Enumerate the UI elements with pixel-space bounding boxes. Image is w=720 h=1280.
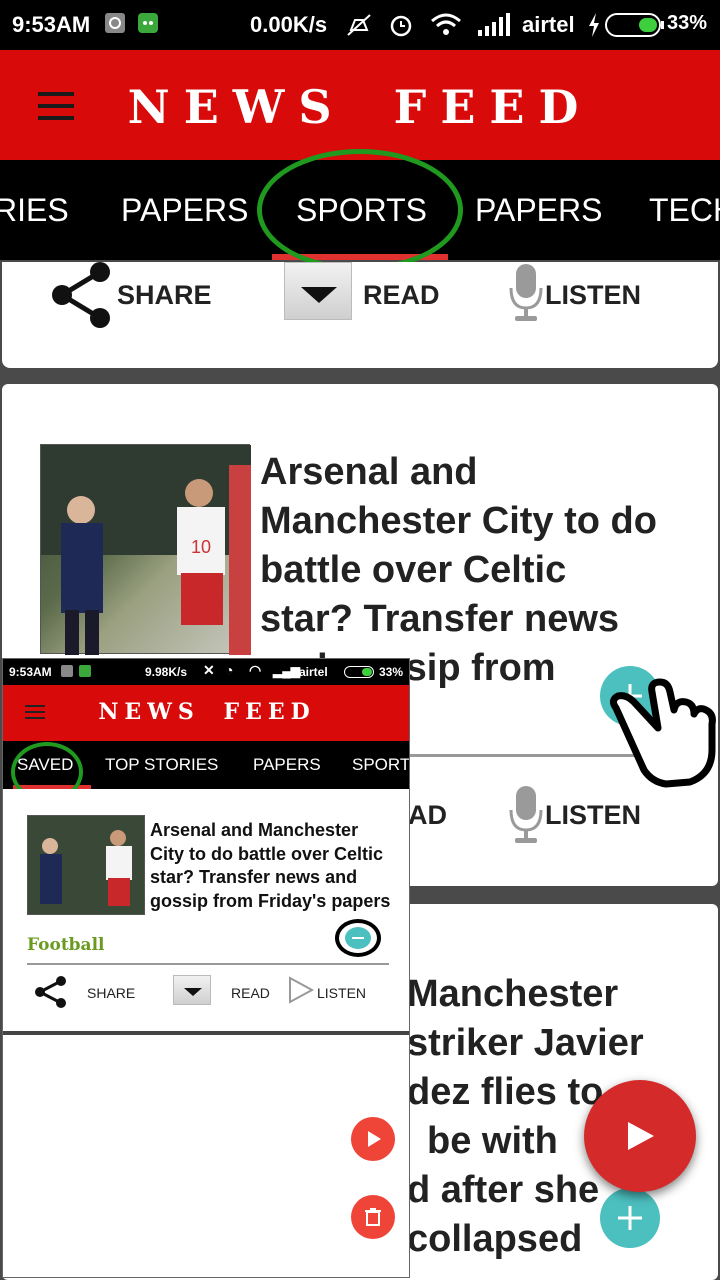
tab-sports[interactable]: SPORT [352, 755, 409, 775]
microphone-icon[interactable] [508, 262, 544, 324]
article-thumbnail: 10 [40, 444, 251, 655]
article-thumbnail [27, 815, 145, 915]
read-label[interactable]: READ [363, 280, 440, 311]
play-icon [368, 1131, 381, 1147]
inset-status-carrier: airtel [299, 665, 328, 679]
listen-label[interactable]: LISTEN [545, 800, 641, 831]
charging-icon [589, 13, 599, 37]
article-category: Football [27, 935, 105, 955]
mute-icon: ✕ [203, 662, 215, 678]
article-card-actions: SHARE READ LISTEN [2, 262, 718, 368]
inset-status-time: 9:53AM [9, 665, 52, 679]
microphone-icon[interactable] [508, 784, 544, 846]
status-bar: 9:53AM 0.00K/s airtel 33% [0, 0, 720, 50]
app-notification-icon [138, 13, 158, 33]
photo-notification-icon [105, 13, 125, 33]
status-time: 9:53AM [12, 12, 91, 37]
app-notification-icon [79, 665, 91, 677]
saved-article-headline[interactable]: Arsenal and Manchester City to do battle… [150, 819, 395, 913]
share-icon[interactable] [33, 975, 69, 1009]
headline-line: striker Javier [407, 1022, 644, 1064]
battery-icon [344, 666, 374, 678]
share-label[interactable]: SHARE [117, 280, 212, 311]
highlight-circle [257, 149, 463, 271]
alarm-icon [390, 15, 412, 37]
battery-icon [605, 13, 664, 37]
plus-icon [618, 1206, 642, 1230]
headline-line: star? Transfer news [260, 598, 620, 640]
status-carrier: airtel [522, 12, 575, 37]
play-fab-button[interactable] [584, 1080, 696, 1192]
inset-status-battery: 33% [379, 665, 404, 679]
listen-label[interactable]: LISTEN [317, 985, 366, 1001]
headline-line: Manchester City to do [260, 500, 657, 542]
share-label[interactable]: SHARE [87, 985, 135, 1001]
status-network-speed: 0.00K/s [250, 12, 328, 37]
football-players-image: 10 [41, 445, 251, 655]
minus-icon [352, 937, 364, 939]
tab-top-stories[interactable]: RIES [0, 192, 69, 229]
status-battery: 33% [667, 12, 708, 34]
signal-icon: ▂▄▆ [273, 664, 300, 678]
wifi-icon [431, 13, 461, 35]
trash-icon [365, 1208, 381, 1226]
headline-line: Arsenal and [260, 451, 478, 493]
photo-notification-icon [61, 665, 73, 677]
headline-line: battle over Celtic [260, 549, 567, 591]
tab-papers[interactable]: PAPERS [253, 755, 321, 775]
svg-text:10: 10 [191, 537, 211, 557]
inset-app-bar: NEWS FEED [3, 685, 409, 741]
card-separator [3, 1031, 409, 1035]
inset-status-bar: 9:53AM 9.98K/s ✕ ◔ ◠ ▂▄▆ airtel 33% [3, 659, 409, 685]
mute-icon [347, 14, 371, 36]
read-dropdown-button[interactable] [284, 262, 352, 320]
delete-button[interactable] [351, 1195, 395, 1239]
signal-icon [478, 13, 510, 36]
football-players-image [40, 830, 132, 906]
save-article-button[interactable] [600, 1188, 660, 1248]
share-icon[interactable] [48, 262, 114, 328]
saved-article-card[interactable]: Arsenal and Manchester City to do battle… [5, 789, 409, 1029]
inset-status-speed: 9.98K/s [145, 665, 188, 679]
hand-pointer-icon [609, 678, 716, 788]
read-label[interactable]: READ [231, 985, 270, 1001]
dropdown-arrow-icon [184, 988, 202, 996]
play-outline-icon[interactable] [287, 975, 315, 1005]
tab-tech[interactable]: TECH [649, 192, 720, 229]
read-dropdown-button[interactable] [173, 975, 211, 1005]
inset-screenshot: 9:53AM 9.98K/s ✕ ◔ ◠ ▂▄▆ airtel 33% NEWS… [2, 658, 410, 1278]
inset-app-title: NEWS FEED [98, 699, 316, 725]
headline-line: Manchester [407, 973, 619, 1015]
play-button[interactable] [351, 1117, 395, 1161]
wifi-icon: ◠ [249, 662, 262, 678]
alarm-icon: ◔ [225, 662, 234, 678]
tab-papers[interactable]: PAPERS [121, 192, 248, 229]
play-icon [628, 1122, 654, 1150]
listen-label[interactable]: LISTEN [545, 280, 641, 311]
remove-saved-button[interactable] [345, 927, 371, 949]
app-title: NEWS FEED [127, 80, 593, 134]
app-bar: NEWS FEED [0, 50, 720, 160]
tab-papers-2[interactable]: PAPERS [475, 192, 602, 229]
tab-top-stories[interactable]: TOP STORIES [105, 755, 218, 775]
card-divider [27, 963, 389, 965]
dropdown-arrow-icon [301, 287, 337, 303]
headline-line: collapsed [407, 1218, 583, 1260]
read-label[interactable]: AD [408, 800, 447, 831]
